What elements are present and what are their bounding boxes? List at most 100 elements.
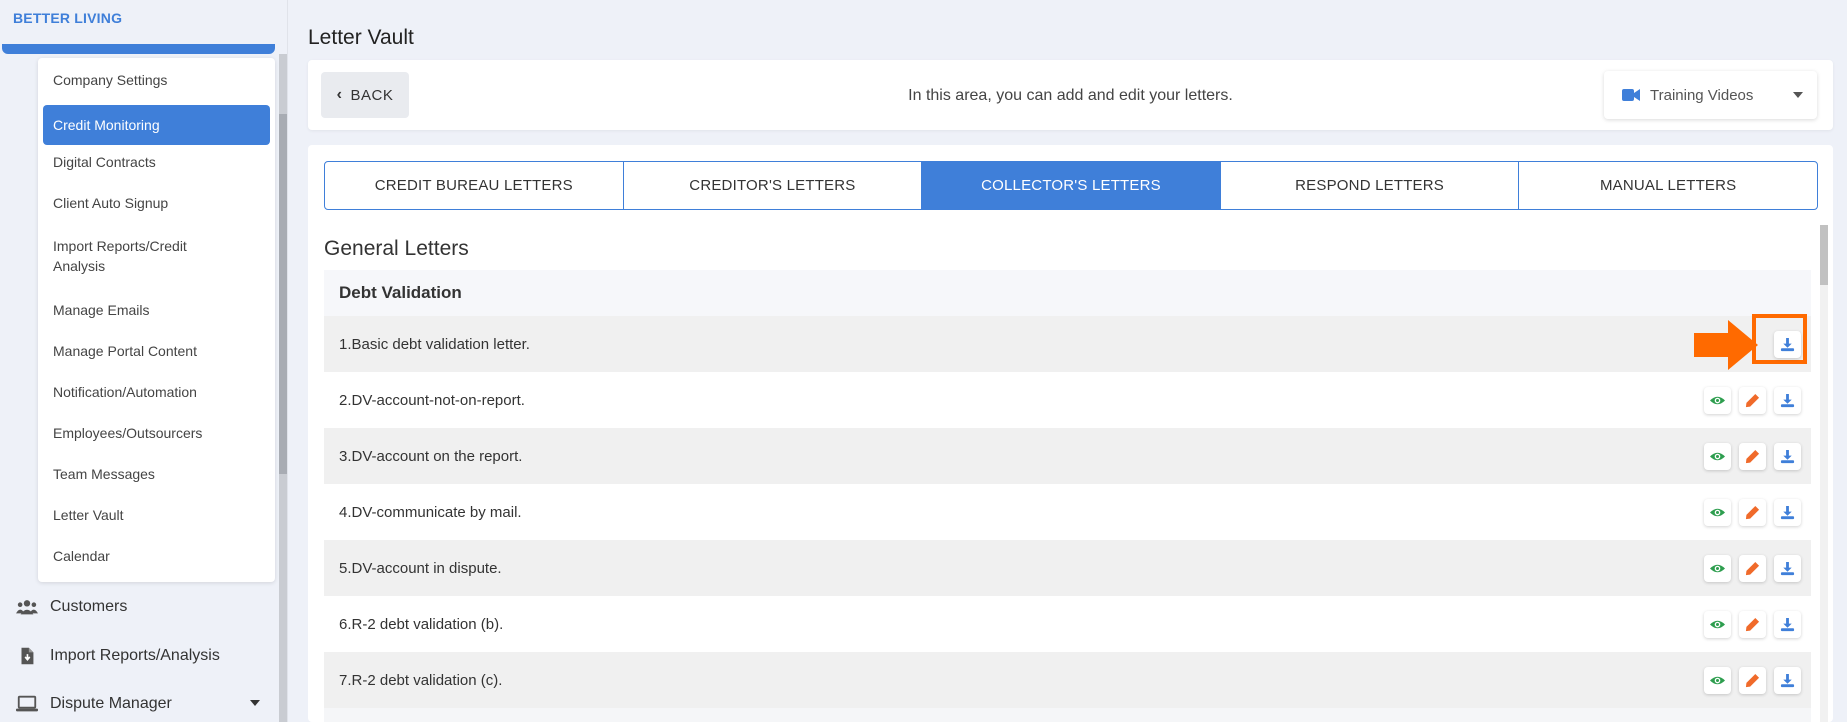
download-icon <box>1780 561 1795 576</box>
page-title: Letter Vault <box>308 26 414 49</box>
letter-title: 4.DV-communicate by mail. <box>339 503 522 521</box>
edit-button[interactable] <box>1739 499 1766 526</box>
pencil-icon <box>1745 561 1760 576</box>
tab-manual-letters[interactable]: MANUAL LETTERS <box>1519 162 1817 209</box>
list-item: 1.Basic debt validation letter. <box>324 314 1811 372</box>
download-button[interactable] <box>1774 667 1801 694</box>
pencil-icon <box>1745 505 1760 520</box>
download-icon <box>1780 505 1795 520</box>
sidebar-scrollbar[interactable] <box>279 54 287 722</box>
submenu-item-calendar[interactable]: Calendar <box>43 544 270 568</box>
laptop-icon <box>16 695 38 712</box>
list-item: 3.DV-account on the report. <box>324 428 1811 484</box>
list-item: 4.DV-communicate by mail. <box>324 484 1811 540</box>
submenu-item-team-messages[interactable]: Team Messages <box>43 462 270 486</box>
chevron-down-icon <box>1793 92 1803 98</box>
nav-item-customers[interactable]: Customers <box>16 597 127 617</box>
letter-title: 5.DV-account in dispute. <box>339 559 502 577</box>
submenu-item-client-auto-signup[interactable]: Client Auto Signup <box>43 191 270 215</box>
row-actions <box>1704 611 1801 638</box>
list-item: 5.DV-account in dispute. <box>324 540 1811 596</box>
view-button[interactable] <box>1704 611 1731 638</box>
training-videos-dropdown[interactable]: Training Videos <box>1604 71 1817 119</box>
nav-item-label: Dispute Manager <box>50 695 172 712</box>
sidebar: BETTER LIVING Company Settings Credit Mo… <box>0 0 288 722</box>
letter-title: 1.Basic debt validation letter. <box>339 335 530 353</box>
view-button[interactable] <box>1704 555 1731 582</box>
training-videos-label: Training Videos <box>1650 86 1754 104</box>
chevron-down-icon[interactable] <box>250 700 260 706</box>
download-icon <box>1780 393 1795 408</box>
submenu-item-manage-emails[interactable]: Manage Emails <box>43 298 270 322</box>
download-icon <box>1780 617 1795 632</box>
nav-item-label: Customers <box>50 598 128 615</box>
pencil-icon <box>1745 617 1760 632</box>
settings-submenu: Company Settings Credit Monitoring Digit… <box>38 58 275 582</box>
eye-icon <box>1710 396 1725 405</box>
row-actions <box>1704 443 1801 470</box>
nav-item-import-reports[interactable]: Import Reports/Analysis <box>16 646 220 666</box>
video-camera-icon <box>1622 89 1640 101</box>
letter-title: 2.DV-account-not-on-report. <box>339 391 525 409</box>
row-actions <box>1704 499 1801 526</box>
submenu-item-letter-vault[interactable]: Letter Vault <box>43 503 270 527</box>
pencil-icon <box>1745 449 1760 464</box>
download-button[interactable] <box>1774 443 1801 470</box>
submenu-item-import-reports[interactable]: Import Reports/Credit Analysis <box>43 236 243 276</box>
list-item: 7.R-2 debt validation (c). <box>324 652 1811 708</box>
pencil-icon <box>1745 393 1760 408</box>
nav-item-dispute-manager[interactable]: Dispute Manager <box>16 694 172 714</box>
list-item: 2.DV-account-not-on-report. <box>324 372 1811 428</box>
active-menu-bar <box>2 44 275 54</box>
view-button[interactable] <box>1704 667 1731 694</box>
download-button[interactable] <box>1774 331 1801 358</box>
section-title: General Letters <box>324 237 469 260</box>
submenu-item-employees-outsourcers[interactable]: Employees/Outsourcers <box>43 421 270 445</box>
submenu-item-company-settings[interactable]: Company Settings <box>43 68 270 92</box>
tab-credit-bureau-letters[interactable]: CREDIT BUREAU LETTERS <box>325 162 624 209</box>
row-actions <box>1704 555 1801 582</box>
view-button[interactable] <box>1704 443 1731 470</box>
download-button[interactable] <box>1774 611 1801 638</box>
tab-respond-letters[interactable]: RESPOND LETTERS <box>1221 162 1520 209</box>
content-scrollbar[interactable] <box>1820 225 1828 722</box>
eye-icon <box>1710 564 1725 573</box>
sidebar-scrollbar-thumb[interactable] <box>279 114 287 474</box>
eye-icon <box>1710 620 1725 629</box>
submenu-item-credit-monitoring[interactable]: Credit Monitoring <box>43 105 270 145</box>
tab-creditors-letters[interactable]: CREDITOR'S LETTERS <box>624 162 923 209</box>
submenu-item-digital-contracts[interactable]: Digital Contracts <box>43 150 270 174</box>
eye-icon <box>1710 508 1725 517</box>
letter-title: 6.R-2 debt validation (b). <box>339 615 504 633</box>
group-title: Debt Validation <box>324 270 1811 316</box>
pencil-icon <box>1745 673 1760 688</box>
content-scrollbar-thumb[interactable] <box>1820 225 1828 285</box>
letter-title: 7.R-2 debt validation (c). <box>339 671 503 689</box>
view-button[interactable] <box>1704 499 1731 526</box>
edit-button[interactable] <box>1739 555 1766 582</box>
download-button[interactable] <box>1774 555 1801 582</box>
letter-group: Debt Validation 1.Basic debt validation … <box>324 270 1811 722</box>
edit-button[interactable] <box>1739 667 1766 694</box>
edit-button[interactable] <box>1739 387 1766 414</box>
eye-icon <box>1710 676 1725 685</box>
top-toolbar: ‹ BACK In this area, you can add and edi… <box>308 60 1833 130</box>
eye-icon <box>1710 452 1725 461</box>
edit-button[interactable] <box>1739 611 1766 638</box>
list-item: 6.R-2 debt validation (b). <box>324 596 1811 652</box>
submenu-item-manage-portal-content[interactable]: Manage Portal Content <box>43 339 270 363</box>
download-button[interactable] <box>1774 387 1801 414</box>
letter-tabs: CREDIT BUREAU LETTERS CREDITOR'S LETTERS… <box>324 161 1818 210</box>
edit-button[interactable] <box>1739 443 1766 470</box>
arrow-right-icon <box>1694 320 1758 370</box>
row-actions <box>1774 331 1801 358</box>
tab-collectors-letters[interactable]: COLLECTOR'S LETTERS <box>922 162 1221 209</box>
download-button[interactable] <box>1774 499 1801 526</box>
row-actions <box>1704 387 1801 414</box>
brand-logo[interactable]: BETTER LIVING <box>13 10 122 26</box>
file-import-icon <box>21 647 34 665</box>
row-actions <box>1704 667 1801 694</box>
submenu-item-notification-automation[interactable]: Notification/Automation <box>43 380 270 404</box>
view-button[interactable] <box>1704 387 1731 414</box>
letters-card: CREDIT BUREAU LETTERS CREDITOR'S LETTERS… <box>308 145 1833 722</box>
